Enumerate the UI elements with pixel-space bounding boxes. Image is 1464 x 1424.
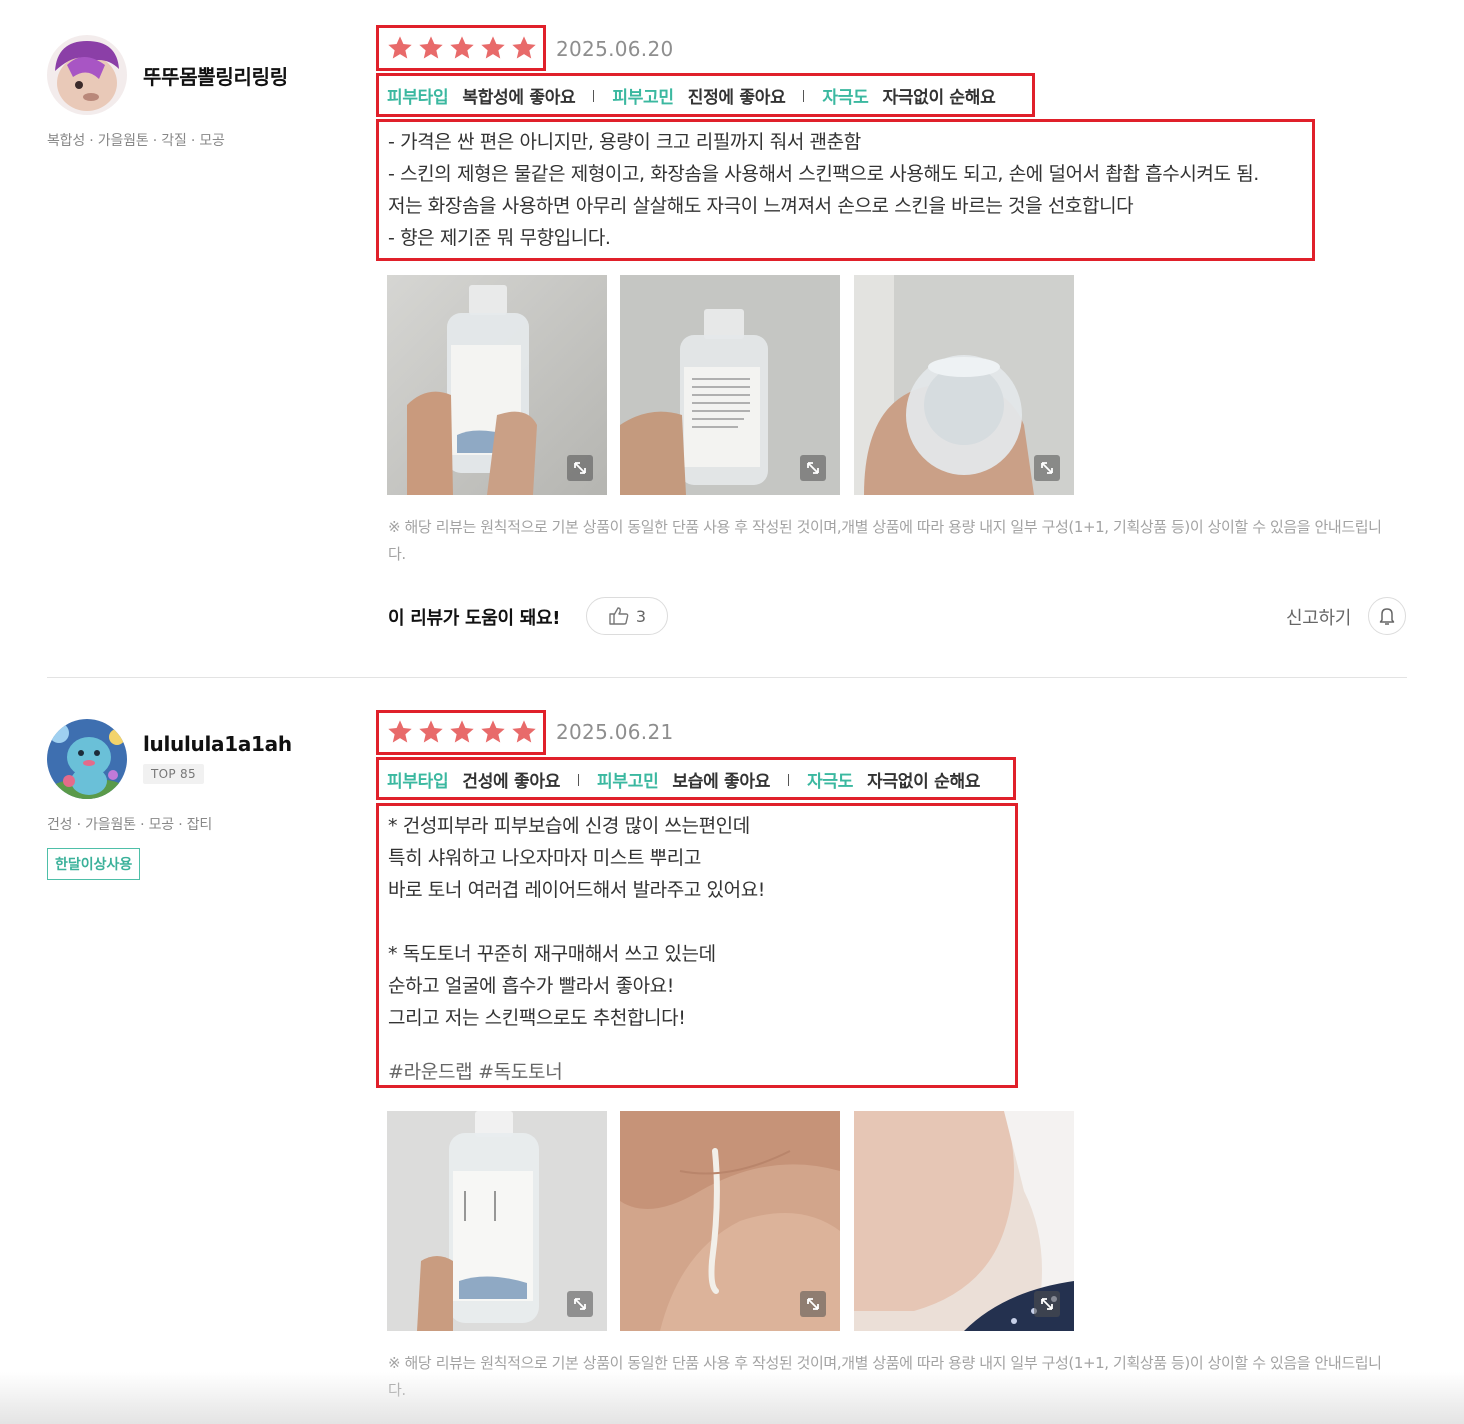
divider bbox=[593, 89, 595, 102]
star-rating bbox=[386, 34, 538, 62]
avatar[interactable] bbox=[47, 35, 127, 115]
review-photo[interactable] bbox=[854, 1111, 1074, 1331]
attr-irritation-value: 자극없이 순해요 bbox=[867, 772, 981, 792]
expand-arrows-icon[interactable] bbox=[567, 1291, 593, 1317]
attr-skin-type-key: 피부타입 bbox=[387, 88, 449, 108]
helpful-button[interactable]: 3 bbox=[586, 597, 668, 635]
attr-skin-type-value: 건성에 좋아요 bbox=[462, 772, 561, 792]
review-text: * 건성피부라 피부보습에 신경 많이 쓰는편인데 특히 샤워하고 나오자마자 … bbox=[388, 815, 766, 1029]
review-hashtags[interactable]: #라운드랩 #독도토너 bbox=[388, 1057, 563, 1084]
attr-irritation-value: 자극없이 순해요 bbox=[882, 88, 996, 108]
review-item: 뚜뚜몸뽈링리링링 복합성 · 가을웜톤 · 각질 · 모공 2025.06.20… bbox=[0, 0, 1464, 678]
expand-arrows-icon[interactable] bbox=[567, 455, 593, 481]
attr-skin-concern-value: 진정에 좋아요 bbox=[687, 88, 786, 108]
star-icon bbox=[388, 720, 412, 743]
star-icon bbox=[512, 36, 536, 59]
expand-arrows-icon[interactable] bbox=[800, 455, 826, 481]
review-notice: ※ 해당 리뷰는 원칙적으로 기본 상품이 동일한 단품 사용 후 작성된 것이… bbox=[388, 518, 1382, 563]
star-icon bbox=[450, 36, 474, 59]
star-icon bbox=[512, 720, 536, 743]
report-button[interactable] bbox=[1368, 597, 1406, 635]
review-date: 2025.06.20 bbox=[556, 37, 674, 61]
attr-irritation-key: 자극도 bbox=[807, 772, 854, 792]
star-icon bbox=[388, 36, 412, 59]
attr-skin-concern-value: 보습에 좋아요 bbox=[672, 772, 771, 792]
bell-icon bbox=[1379, 608, 1395, 625]
helpful-label: 이 리뷰가 도움이 돼요! bbox=[388, 608, 561, 629]
thumbs-up-icon bbox=[609, 607, 629, 625]
review-date: 2025.06.21 bbox=[556, 720, 674, 744]
star-icon bbox=[481, 720, 505, 743]
expand-arrows-icon[interactable] bbox=[800, 1291, 826, 1317]
attr-skin-concern-key: 피부고민 bbox=[612, 88, 674, 108]
star-rating bbox=[386, 718, 538, 746]
divider bbox=[788, 773, 790, 786]
helpful-count: 3 bbox=[635, 606, 647, 626]
review-item: lululula1a1ah TOP 85 건성 · 가을웜톤 · 모공 · 잡티… bbox=[0, 679, 1464, 1424]
expand-arrows-icon[interactable] bbox=[1034, 455, 1060, 481]
review-notice: ※ 해당 리뷰는 원칙적으로 기본 상품이 동일한 단품 사용 후 작성된 것이… bbox=[388, 1354, 1382, 1399]
report-label[interactable]: 신고하기 bbox=[1286, 604, 1351, 630]
review-photo[interactable] bbox=[620, 275, 840, 495]
user-skin-tags: 건성 · 가을웜톤 · 모공 · 잡티 bbox=[47, 817, 213, 833]
review-photo[interactable] bbox=[387, 275, 607, 495]
star-icon bbox=[450, 720, 474, 743]
review-text: - 가격은 싼 편은 아니지만, 용량이 크고 리필까지 줘서 괜춘함 - 스킨… bbox=[388, 131, 1259, 249]
review-divider bbox=[47, 677, 1407, 678]
attr-skin-type-key: 피부타입 bbox=[387, 772, 449, 792]
review-photo[interactable] bbox=[854, 275, 1074, 495]
review-attributes: 피부타입 복합성에 좋아요 피부고민 진정에 좋아요 자극도 자극없이 순해요 bbox=[387, 83, 996, 108]
expand-arrows-icon[interactable] bbox=[1034, 1291, 1060, 1317]
star-icon bbox=[481, 36, 505, 59]
rank-badge: TOP 85 bbox=[143, 764, 204, 784]
review-photo[interactable] bbox=[620, 1111, 840, 1331]
divider bbox=[803, 89, 805, 102]
attr-irritation-key: 자극도 bbox=[822, 88, 869, 108]
username[interactable]: 뚜뚜몸뽈링리링링 bbox=[143, 61, 288, 90]
usage-period-badge: 한달이상사용 bbox=[47, 848, 141, 880]
attr-skin-type-value: 복합성에 좋아요 bbox=[462, 88, 576, 108]
username[interactable]: lululula1a1ah bbox=[143, 732, 292, 756]
review-attributes: 피부타입 건성에 좋아요 피부고민 보습에 좋아요 자극도 자극없이 순해요 bbox=[387, 767, 980, 792]
attr-skin-concern-key: 피부고민 bbox=[597, 772, 659, 792]
star-icon bbox=[419, 36, 443, 59]
review-photo[interactable] bbox=[387, 1111, 607, 1331]
avatar[interactable] bbox=[47, 719, 127, 799]
star-icon bbox=[419, 720, 443, 743]
user-skin-tags: 복합성 · 가을웜톤 · 각질 · 모공 bbox=[47, 133, 225, 149]
divider bbox=[578, 773, 580, 786]
